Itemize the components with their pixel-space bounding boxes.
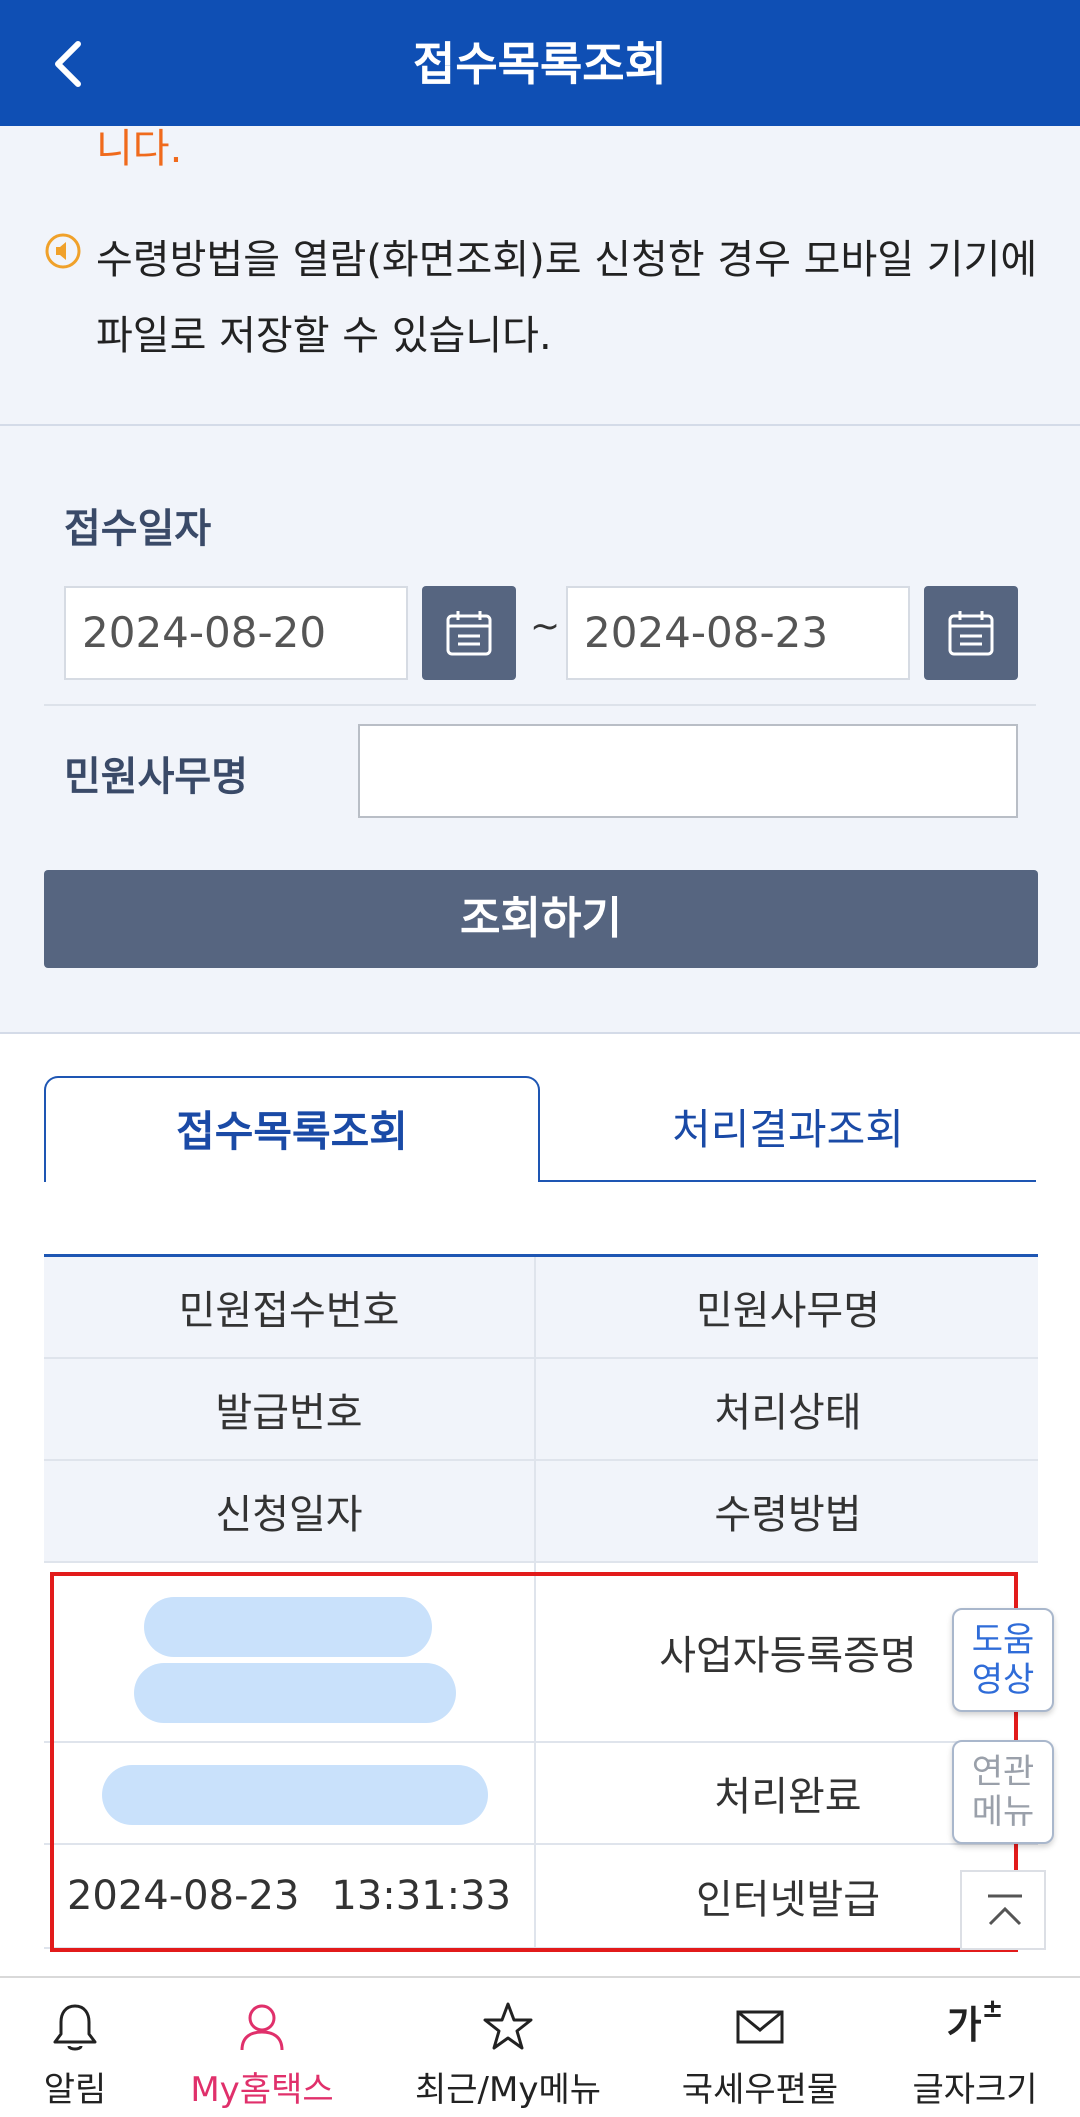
header-request-date: 신청일자 [44, 1461, 536, 1561]
scroll-top-button[interactable] [960, 1870, 1046, 1950]
nav-item-recent-menu[interactable]: 최근/My메뉴 [400, 1978, 616, 2117]
star-icon [483, 2002, 533, 2050]
notice-cut-text: 니다. [96, 126, 183, 172]
table-header-row: 민원접수번호 민원사무명 [44, 1257, 1038, 1359]
table-header-row: 신청일자 수령방법 [44, 1461, 1038, 1563]
person-icon [240, 2004, 284, 2051]
nav-label-alarm: 알림 [43, 2070, 107, 2110]
calendar-to-button[interactable] [924, 586, 1018, 680]
date-from-input[interactable]: 2024-08-20 [64, 586, 408, 680]
date-range-tilde: ~ [530, 606, 561, 647]
nav-item-font-size[interactable]: 가± 글자크기 [900, 1978, 1050, 2117]
calendar-from-button[interactable] [422, 586, 516, 680]
help-video-label: 도움영상 [971, 1620, 1035, 1700]
app-header: 접수목록조회 [0, 0, 1080, 126]
notice-area: 니다. 수령방법을 열람(화면조회)로 신청한 경우 모바일 기기에 파일로 저… [0, 126, 1080, 426]
header-office-name: 민원사무명 [696, 1288, 880, 1334]
header-receive-method: 수령방법 [714, 1492, 862, 1538]
nav-item-tax-mail[interactable]: 국세우편물 [660, 1978, 860, 2117]
nav-label-font-size: 글자크기 [912, 2070, 1038, 2110]
nav-label-recent-menu: 최근/My메뉴 [414, 2070, 602, 2110]
nav-item-alarm[interactable]: 알림 [0, 1978, 150, 2117]
page-title: 접수목록조회 [413, 37, 667, 91]
tab-receipt-list[interactable]: 접수목록조회 [44, 1076, 540, 1182]
search-form: 접수일자 2024-08-20 ~ 2024-08-23 민원사무명 조회하기 [0, 426, 1080, 1034]
header-receipt-no: 민원접수번호 [44, 1257, 536, 1357]
form-divider [44, 704, 1036, 706]
font-size-icon: 가± [946, 1994, 1004, 2047]
speaker-icon [45, 233, 81, 269]
nav-label-tax-mail: 국세우편물 [681, 2070, 839, 2110]
date-label: 접수일자 [64, 506, 212, 552]
header-status: 처리상태 [714, 1390, 862, 1436]
office-label: 민원사무명 [64, 754, 248, 800]
bell-icon [53, 2004, 97, 2051]
header-issue-no: 발급번호 [44, 1359, 536, 1459]
help-video-button[interactable]: 도움영상 [952, 1608, 1054, 1712]
office-name-input[interactable] [358, 724, 1018, 818]
notice-text: 수령방법을 열람(화면조회)로 신청한 경우 모바일 기기에 파일로 저장할 수… [96, 237, 1038, 359]
arrow-up-icon [988, 1894, 1022, 1926]
table-header-row: 발급번호 처리상태 [44, 1359, 1038, 1461]
related-menu-label: 연관메뉴 [971, 1752, 1035, 1832]
nav-item-my-hometax[interactable]: My홈택스 [172, 1978, 352, 2117]
bottom-nav: 알림 My홈택스 최근/My메뉴 국세우편물 가± 글자크기 [0, 1976, 1080, 2115]
tab-process-result[interactable]: 처리결과조회 [540, 1076, 1036, 1182]
highlight-box [50, 1572, 1018, 1952]
date-to-input[interactable]: 2024-08-23 [566, 586, 910, 680]
nav-label-my-hometax: My홈택스 [190, 2070, 334, 2110]
mail-icon [736, 2010, 784, 2044]
calendar-icon [446, 611, 492, 656]
calendar-icon [948, 611, 994, 656]
search-button[interactable]: 조회하기 [44, 870, 1038, 968]
related-menu-button[interactable]: 연관메뉴 [952, 1740, 1054, 1844]
